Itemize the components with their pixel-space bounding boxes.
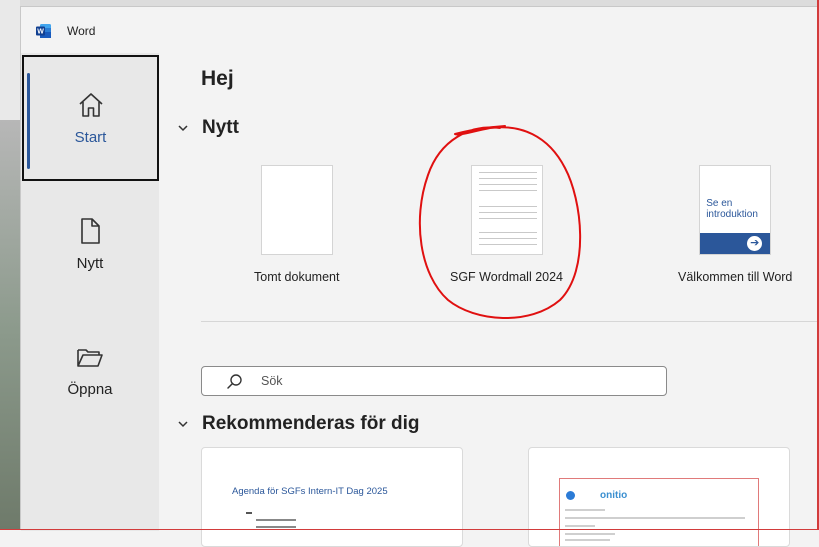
home-icon: [78, 93, 103, 117]
folder-open-icon: [77, 349, 103, 367]
recommended-doc-title: Agenda för SGFs Intern-IT Dag 2025: [232, 486, 388, 497]
template-thumbnail: [470, 165, 543, 255]
app-title: Word: [67, 24, 96, 38]
new-document-icon: [81, 218, 100, 244]
word-logo-icon: W: [36, 24, 51, 38]
chevron-down-icon: [178, 421, 188, 428]
greeting-heading: Hej: [201, 67, 234, 90]
title-bar: W Word: [21, 7, 819, 53]
section-title: Nytt: [202, 117, 239, 138]
section-recommended-header[interactable]: Rekommenderas för dig: [177, 413, 420, 435]
onitio-brand: onitio: [600, 490, 628, 501]
nav-item-label: Start: [74, 129, 107, 146]
search-icon: [227, 373, 242, 389]
nav-item-label: Nytt: [76, 255, 104, 272]
template-welcome-to-word[interactable]: Se en introduktion ➔ Välkommen till Word: [678, 165, 792, 284]
hp-logo-icon: [566, 491, 575, 500]
template-label: Tomt dokument: [254, 270, 340, 284]
section-title: Rekommenderas för dig: [202, 413, 420, 434]
intro-thumb-text: Se en introduktion: [706, 198, 758, 220]
word-window: W Word Start Nytt Öppna Hej Nytt Tomt do…: [20, 6, 819, 547]
recommended-card-agenda[interactable]: Agenda för SGFs Intern-IT Dag 2025: [201, 447, 463, 547]
search-input[interactable]: [259, 373, 643, 389]
svg-text:W: W: [37, 29, 44, 36]
nav-item-nytt[interactable]: Nytt: [21, 181, 159, 307]
template-label: Välkommen till Word: [678, 270, 793, 284]
search-box[interactable]: [201, 366, 667, 396]
chevron-down-icon: [178, 125, 188, 132]
section-new-header[interactable]: Nytt: [177, 117, 239, 139]
left-navigation: Start Nytt Öppna: [21, 53, 159, 531]
template-sgf-wordmall[interactable]: SGF Wordmall 2024: [450, 165, 563, 284]
template-thumbnail: [260, 165, 333, 255]
active-indicator: [27, 73, 30, 169]
nav-item-label: Öppna: [67, 381, 113, 398]
nav-item-start[interactable]: Start: [22, 55, 159, 181]
nav-item-oppna[interactable]: Öppna: [21, 307, 159, 433]
desktop-background-left: [0, 0, 20, 530]
recommended-doc-preview: [246, 508, 296, 528]
recommended-doc-preview: onitio: [559, 478, 759, 546]
template-blank-document[interactable]: Tomt dokument: [254, 165, 339, 284]
main-content: Hej Nytt Tomt dokument SGF Wordmall 2024…: [159, 53, 819, 547]
recommended-card-onitio[interactable]: onitio: [528, 447, 790, 547]
section-divider: [201, 321, 819, 322]
template-thumbnail: Se en introduktion ➔: [699, 165, 772, 255]
template-label: SGF Wordmall 2024: [450, 270, 564, 284]
